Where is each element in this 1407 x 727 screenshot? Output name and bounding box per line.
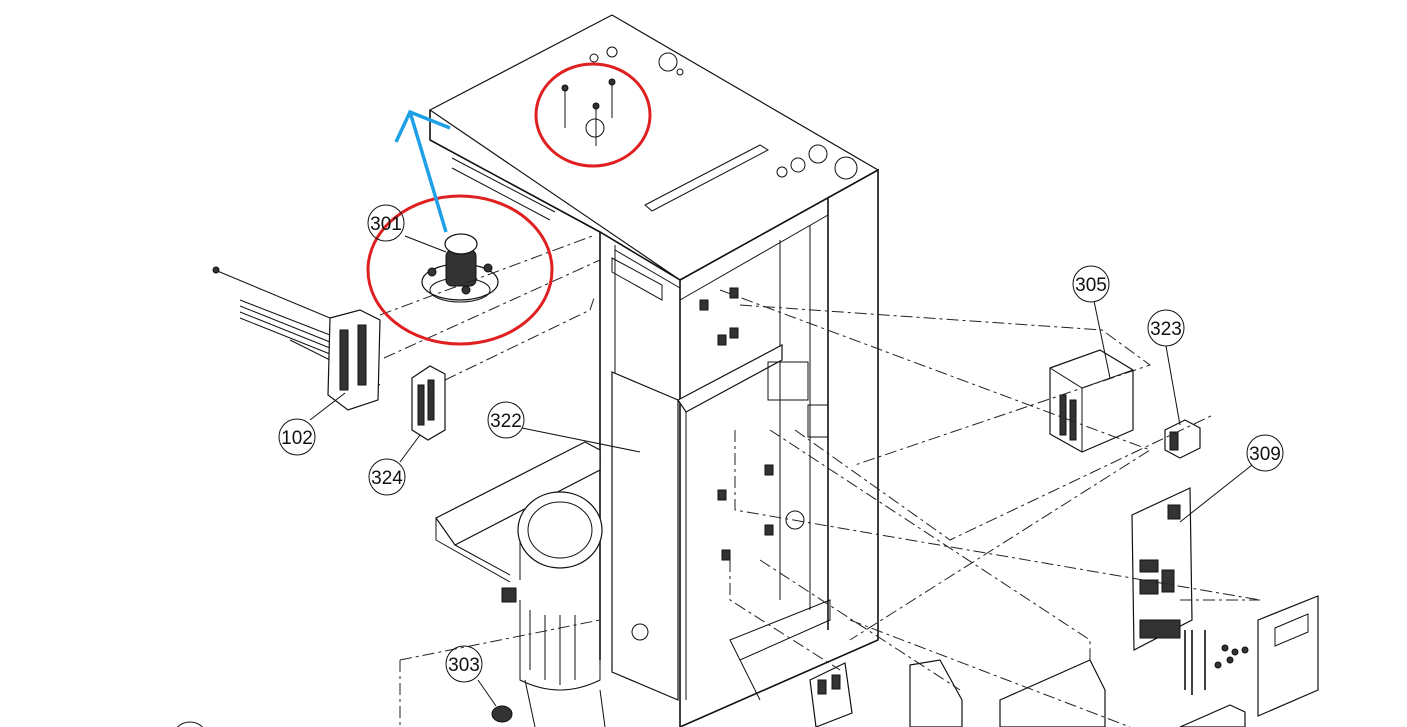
part-102-terminal-block bbox=[212, 266, 381, 411]
callout-323-label: 323 bbox=[1150, 319, 1182, 340]
callout-301: 301 bbox=[367, 204, 447, 253]
part-305-contactor bbox=[1049, 349, 1134, 453]
callout-partial-bottom-left bbox=[176, 721, 204, 727]
callout-102-label: 102 bbox=[281, 428, 313, 449]
removal-arrow bbox=[394, 109, 451, 233]
drain-tray-assembly bbox=[435, 441, 606, 727]
exploded-parts-diagram: 301 102 324 322 305 323 309 303 bbox=[176, 14, 1319, 727]
callout-301-label: 301 bbox=[370, 214, 402, 235]
callout-324: 324 bbox=[368, 434, 421, 496]
callout-309-label: 309 bbox=[1249, 444, 1281, 465]
callout-303: 303 bbox=[445, 645, 483, 683]
bottom-boards bbox=[809, 659, 1246, 727]
callout-303-label: 303 bbox=[448, 655, 480, 676]
part-324-connector bbox=[411, 365, 446, 441]
part-301-signal-lamp bbox=[421, 233, 499, 303]
part-323-relay bbox=[1164, 419, 1201, 459]
part-309-circuit-board bbox=[1131, 487, 1319, 717]
callout-324-label: 324 bbox=[371, 468, 403, 489]
callout-322-label: 322 bbox=[490, 411, 522, 432]
callout-102: 102 bbox=[278, 392, 346, 456]
callout-305-label: 305 bbox=[1075, 275, 1107, 296]
part-303-grommet bbox=[477, 679, 513, 723]
callout-323: 323 bbox=[1147, 309, 1185, 426]
cabinet-frame bbox=[428, 14, 880, 727]
